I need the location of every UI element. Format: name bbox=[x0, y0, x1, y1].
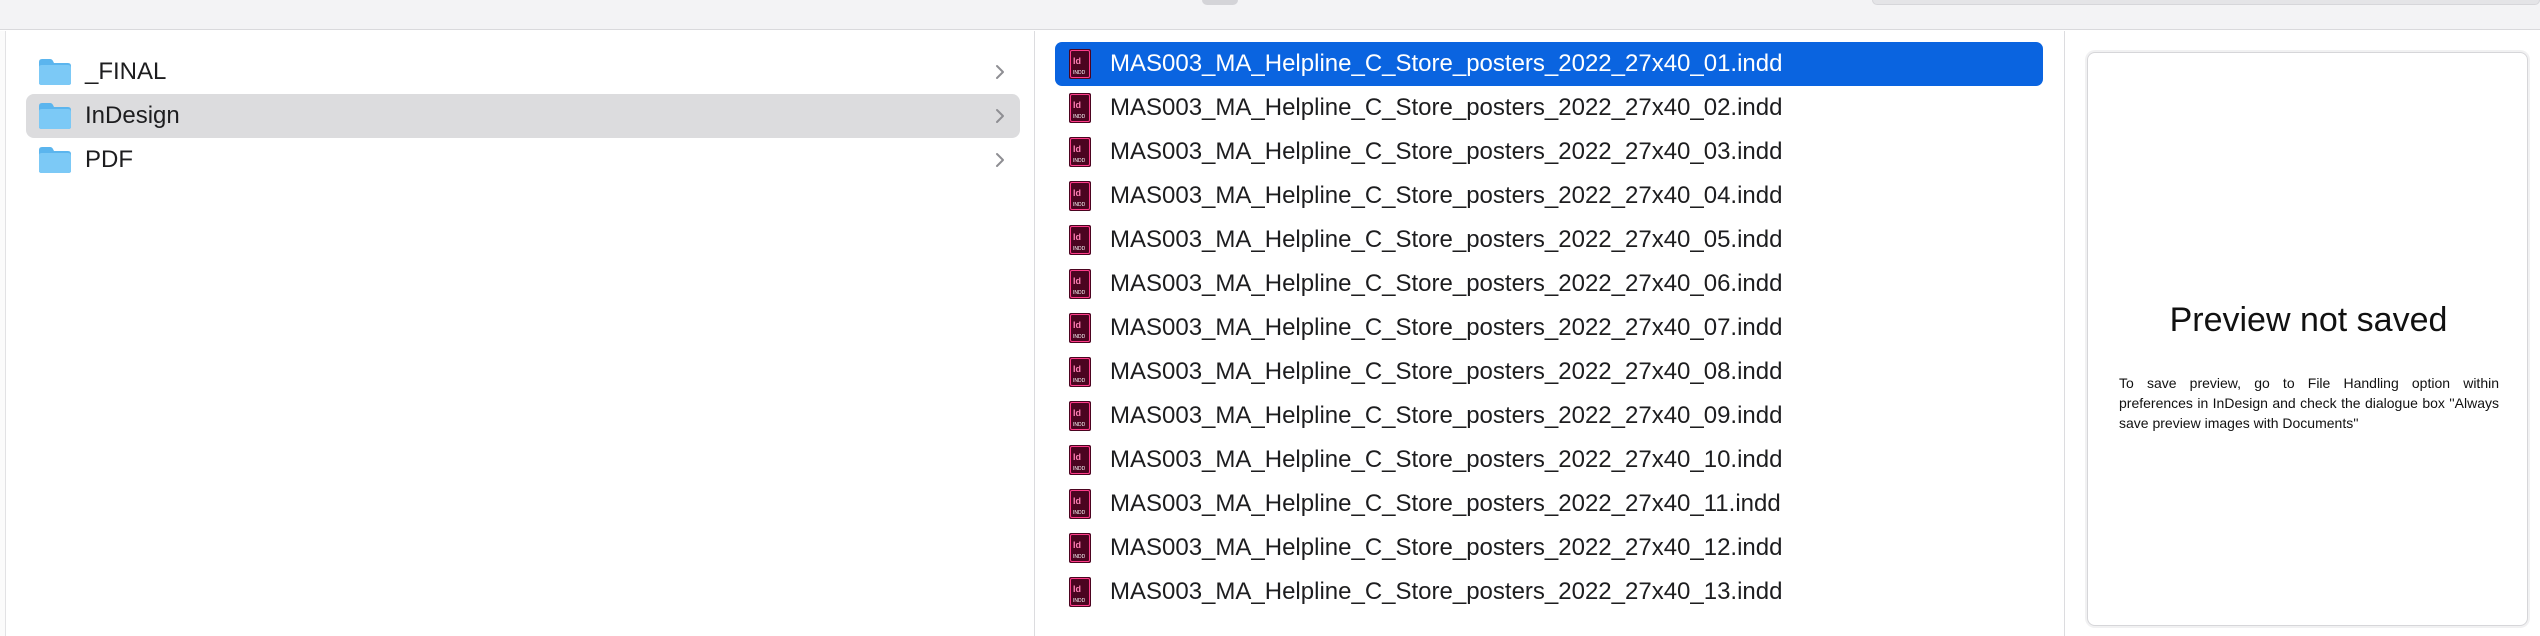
file-row[interactable]: Id INDD MAS003_MA_Helpline_C_Store_poste… bbox=[1055, 350, 2043, 394]
folder-row-final[interactable]: _FINAL bbox=[26, 50, 1020, 94]
view-segment-control[interactable] bbox=[1202, 0, 1238, 5]
folder-row-indesign[interactable]: InDesign bbox=[26, 94, 1020, 138]
svg-text:INDD: INDD bbox=[1073, 114, 1086, 120]
file-row[interactable]: Id INDD MAS003_MA_Helpline_C_Store_poste… bbox=[1055, 86, 2043, 130]
indesign-file-icon: Id INDD bbox=[1069, 401, 1091, 431]
folder-label: _FINAL bbox=[85, 58, 167, 85]
file-row[interactable]: Id INDD MAS003_MA_Helpline_C_Store_poste… bbox=[1055, 130, 2043, 174]
search-field[interactable] bbox=[1872, 0, 2540, 5]
file-row[interactable]: Id INDD MAS003_MA_Helpline_C_Store_poste… bbox=[1055, 306, 2043, 350]
indesign-file-icon: Id INDD bbox=[1069, 313, 1091, 343]
svg-text:Id: Id bbox=[1073, 496, 1081, 506]
svg-text:INDD: INDD bbox=[1073, 554, 1086, 560]
file-label: MAS003_MA_Helpline_C_Store_posters_2022_… bbox=[1110, 50, 1783, 77]
file-label: MAS003_MA_Helpline_C_Store_posters_2022_… bbox=[1110, 314, 1783, 341]
svg-text:Id: Id bbox=[1073, 584, 1081, 594]
indesign-file-icon: Id INDD bbox=[1069, 225, 1091, 255]
folder-icon bbox=[39, 59, 71, 85]
file-row[interactable]: Id INDD MAS003_MA_Helpline_C_Store_poste… bbox=[1055, 174, 2043, 218]
file-row[interactable]: Id INDD MAS003_MA_Helpline_C_Store_poste… bbox=[1055, 570, 2043, 614]
folder-icon bbox=[39, 103, 71, 129]
folder-row-pdf[interactable]: PDF bbox=[26, 138, 1020, 182]
file-column: Id INDD MAS003_MA_Helpline_C_Store_poste… bbox=[1035, 31, 2064, 636]
file-row[interactable]: Id INDD MAS003_MA_Helpline_C_Store_poste… bbox=[1055, 438, 2043, 482]
chevron-right-icon bbox=[996, 153, 1004, 167]
file-label: MAS003_MA_Helpline_C_Store_posters_2022_… bbox=[1110, 182, 1783, 209]
preview-card: Preview not saved To save preview, go to… bbox=[2087, 52, 2528, 626]
svg-text:INDD: INDD bbox=[1073, 334, 1086, 340]
indesign-file-icon: Id INDD bbox=[1069, 445, 1091, 475]
indesign-file-icon: Id INDD bbox=[1069, 93, 1091, 123]
svg-text:Id: Id bbox=[1073, 320, 1081, 330]
svg-text:Id: Id bbox=[1073, 452, 1081, 462]
window-toolbar bbox=[0, 0, 2540, 30]
file-label: MAS003_MA_Helpline_C_Store_posters_2022_… bbox=[1110, 138, 1783, 165]
svg-text:Id: Id bbox=[1073, 56, 1081, 66]
svg-text:INDD: INDD bbox=[1073, 70, 1086, 76]
folder-label: PDF bbox=[85, 146, 133, 173]
chevron-right-icon bbox=[996, 109, 1004, 123]
indesign-file-icon: Id INDD bbox=[1069, 269, 1091, 299]
indesign-file-icon: Id INDD bbox=[1069, 357, 1091, 387]
file-row[interactable]: Id INDD MAS003_MA_Helpline_C_Store_poste… bbox=[1055, 262, 2043, 306]
file-label: MAS003_MA_Helpline_C_Store_posters_2022_… bbox=[1110, 94, 1783, 121]
svg-text:Id: Id bbox=[1073, 408, 1081, 418]
svg-text:INDD: INDD bbox=[1073, 510, 1086, 516]
file-row[interactable]: Id INDD MAS003_MA_Helpline_C_Store_poste… bbox=[1055, 42, 2043, 86]
svg-text:INDD: INDD bbox=[1073, 290, 1086, 296]
file-label: MAS003_MA_Helpline_C_Store_posters_2022_… bbox=[1110, 226, 1783, 253]
folder-icon bbox=[39, 147, 71, 173]
svg-text:INDD: INDD bbox=[1073, 422, 1086, 428]
file-label: MAS003_MA_Helpline_C_Store_posters_2022_… bbox=[1110, 270, 1783, 297]
file-row[interactable]: Id INDD MAS003_MA_Helpline_C_Store_poste… bbox=[1055, 526, 2043, 570]
file-label: MAS003_MA_Helpline_C_Store_posters_2022_… bbox=[1110, 490, 1781, 517]
svg-text:Id: Id bbox=[1073, 276, 1081, 286]
folder-column: _FINAL InDesign PDF bbox=[6, 31, 1035, 636]
file-label: MAS003_MA_Helpline_C_Store_posters_2022_… bbox=[1110, 534, 1783, 561]
svg-text:INDD: INDD bbox=[1073, 246, 1086, 252]
indesign-file-icon: Id INDD bbox=[1069, 181, 1091, 211]
svg-text:Id: Id bbox=[1073, 188, 1081, 198]
preview-pane: Preview not saved To save preview, go to… bbox=[2065, 31, 2540, 636]
file-label: MAS003_MA_Helpline_C_Store_posters_2022_… bbox=[1110, 446, 1783, 473]
svg-text:INDD: INDD bbox=[1073, 378, 1086, 384]
svg-text:Id: Id bbox=[1073, 144, 1081, 154]
svg-text:Id: Id bbox=[1073, 540, 1081, 550]
file-row[interactable]: Id INDD MAS003_MA_Helpline_C_Store_poste… bbox=[1055, 482, 2043, 526]
file-label: MAS003_MA_Helpline_C_Store_posters_2022_… bbox=[1110, 358, 1783, 385]
file-label: MAS003_MA_Helpline_C_Store_posters_2022_… bbox=[1110, 402, 1783, 429]
file-row[interactable]: Id INDD MAS003_MA_Helpline_C_Store_poste… bbox=[1055, 218, 2043, 262]
indesign-file-icon: Id INDD bbox=[1069, 577, 1091, 607]
svg-text:INDD: INDD bbox=[1073, 158, 1086, 164]
file-row[interactable]: Id INDD MAS003_MA_Helpline_C_Store_poste… bbox=[1055, 394, 2043, 438]
chevron-right-icon bbox=[996, 65, 1004, 79]
svg-text:INDD: INDD bbox=[1073, 466, 1086, 472]
svg-text:INDD: INDD bbox=[1073, 202, 1086, 208]
svg-text:Id: Id bbox=[1073, 232, 1081, 242]
indesign-file-icon: Id INDD bbox=[1069, 489, 1091, 519]
svg-text:INDD: INDD bbox=[1073, 598, 1086, 604]
svg-text:Id: Id bbox=[1073, 100, 1081, 110]
indesign-file-icon: Id INDD bbox=[1069, 137, 1091, 167]
preview-message: To save preview, go to File Handling opt… bbox=[2119, 375, 2499, 431]
indesign-file-icon: Id INDD bbox=[1069, 533, 1091, 563]
preview-title: Preview not saved bbox=[2169, 301, 2448, 339]
folder-label: InDesign bbox=[85, 102, 180, 129]
indesign-file-icon: Id INDD bbox=[1069, 49, 1091, 79]
svg-text:Id: Id bbox=[1073, 364, 1081, 374]
file-label: MAS003_MA_Helpline_C_Store_posters_2022_… bbox=[1110, 578, 1783, 605]
